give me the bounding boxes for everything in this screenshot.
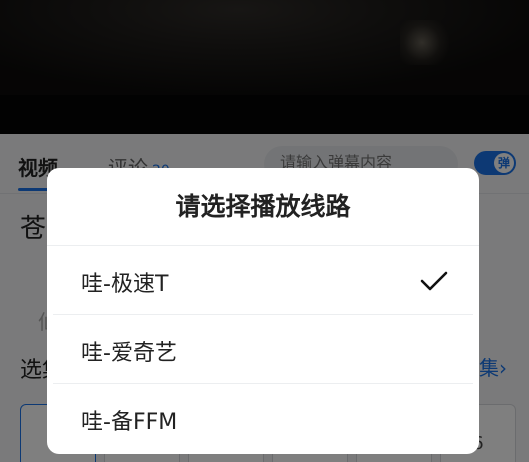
route-option-label: 哇-爱奇艺	[81, 341, 177, 366]
route-option[interactable]: 哇-爱奇艺	[47, 315, 479, 384]
route-option-label: 哇-备FFM	[81, 410, 178, 435]
route-option-label: 哇-极速T	[81, 272, 169, 297]
route-option[interactable]: 哇-备FFM	[47, 384, 479, 453]
route-option[interactable]: 哇-极速T	[47, 246, 479, 315]
dialog-title: 请选择播放线路	[47, 168, 479, 246]
route-select-dialog: 请选择播放线路 哇-极速T 哇-爱奇艺 哇-备FFM	[47, 168, 479, 454]
checkmark-icon	[420, 271, 448, 291]
